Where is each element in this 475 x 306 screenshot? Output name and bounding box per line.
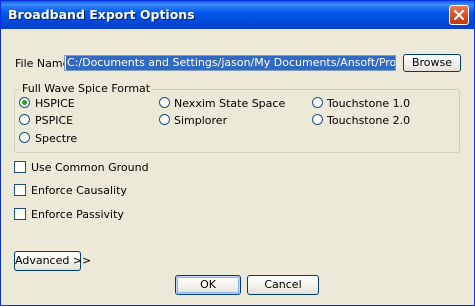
radio-simplorer-label[interactable]: Simplorer [174,114,227,127]
radio-nexxim-state-space[interactable] [159,97,170,108]
dialog-title: Broadband Export Options [8,7,195,22]
file-name-input[interactable]: C:/Documents and Settings/jason/My Docum… [64,55,396,71]
radio-touchstone-1-label[interactable]: Touchstone 1.0 [327,97,410,110]
browse-button[interactable]: Browse [403,54,461,72]
group-legend: Full Wave Spice Format [20,82,153,95]
radio-hspice-label[interactable]: HSPICE [35,97,75,110]
close-button[interactable] [449,5,469,25]
broadband-export-dialog: Broadband Export Options File Name: C:/D… [0,0,475,306]
radio-touchstone-2[interactable] [312,114,323,125]
radio-nexxim-state-space-label[interactable]: Nexxim State Space [174,97,285,110]
radio-pspice[interactable] [19,114,30,125]
radio-spectre[interactable] [19,132,30,143]
ok-button[interactable]: OK [175,275,241,295]
title-bar[interactable]: Broadband Export Options [1,1,474,29]
radio-touchstone-1[interactable] [312,97,323,108]
radio-pspice-label[interactable]: PSPICE [35,114,73,127]
enforce-causality-label[interactable]: Enforce Causality [31,184,127,197]
cancel-button[interactable]: Cancel [247,275,319,295]
radio-touchstone-2-label[interactable]: Touchstone 2.0 [327,114,410,127]
radio-hspice[interactable] [19,97,30,108]
advanced-button[interactable]: Advanced >> [14,251,91,271]
use-common-ground-label[interactable]: Use Common Ground [31,161,149,174]
close-icon [454,10,464,20]
radio-simplorer[interactable] [159,114,170,125]
enforce-causality-checkbox[interactable] [14,184,26,196]
enforce-passivity-checkbox[interactable] [14,208,26,220]
use-common-ground-checkbox[interactable] [14,161,26,173]
radio-spectre-label[interactable]: Spectre [35,132,77,145]
file-name-value: C:/Documents and Settings/jason/My Docum… [66,56,395,70]
enforce-passivity-label[interactable]: Enforce Passivity [31,208,124,221]
